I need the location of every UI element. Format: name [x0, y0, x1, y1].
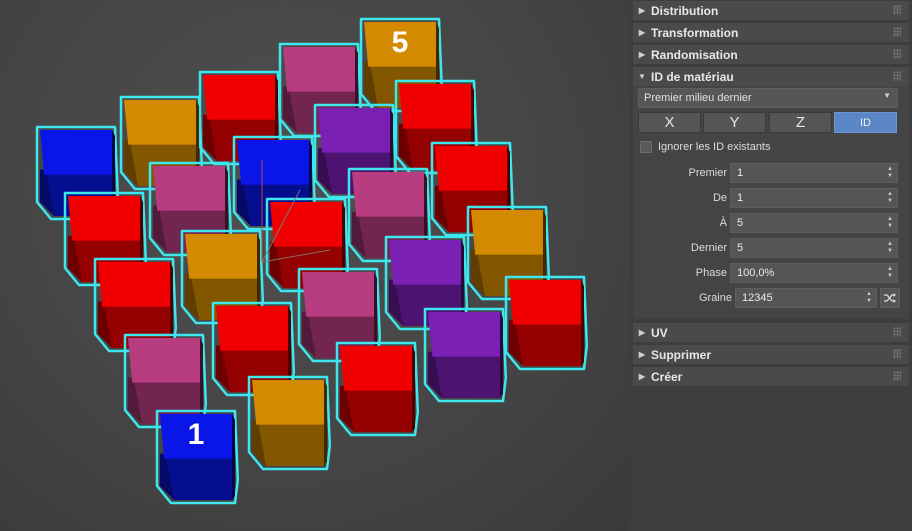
- ignore-existing-label: Ignorer les ID existants: [658, 141, 771, 153]
- drag-grip-icon[interactable]: [893, 27, 901, 37]
- field-label: Dernier: [690, 242, 727, 254]
- cube-orange[interactable]: [247, 375, 332, 471]
- field-a: À 5 ▲ ▼: [633, 213, 909, 234]
- expand-arrow-icon: ▶: [638, 28, 646, 37]
- rollout-label: Transformation: [651, 25, 739, 40]
- spinner-value: 1: [737, 167, 744, 179]
- field-dernier: Dernier 5 ▲ ▼: [633, 238, 909, 259]
- spinner-arrows-icon[interactable]: ▲ ▼: [887, 216, 893, 230]
- expand-arrow-icon: ▶: [638, 50, 646, 59]
- spinner-value: 12345: [742, 292, 773, 304]
- rollout-label: ID de matériau: [651, 69, 734, 84]
- cube-blue[interactable]: 1: [155, 409, 240, 505]
- spinner-arrows-icon[interactable]: ▲ ▼: [887, 241, 893, 255]
- shuffle-seed-button[interactable]: [880, 288, 900, 308]
- spinner-value: 100,0%: [737, 267, 775, 279]
- graine-spinner[interactable]: 12345 ▲ ▼: [735, 288, 877, 308]
- field-label: De: [712, 192, 727, 204]
- rollout-creer[interactable]: ▶ Créer: [633, 367, 909, 386]
- rollout-transformation[interactable]: ▶ Transformation: [633, 23, 909, 42]
- drag-grip-icon[interactable]: [893, 349, 901, 359]
- rollout-uv[interactable]: ▶ UV: [633, 323, 909, 342]
- expand-arrow-icon: ▶: [638, 372, 646, 381]
- cube-pink[interactable]: [123, 333, 208, 429]
- phase-spinner[interactable]: 100,0% ▲ ▼: [730, 263, 898, 283]
- drag-grip-icon[interactable]: [893, 327, 901, 337]
- axis-x-button[interactable]: X: [638, 112, 701, 133]
- axis-z-button[interactable]: Z: [769, 112, 832, 133]
- cube-red[interactable]: [93, 257, 178, 353]
- drag-grip-icon[interactable]: [893, 371, 901, 381]
- field-label: Premier: [688, 167, 727, 179]
- field-phase: Phase 100,0% ▲ ▼: [633, 263, 909, 284]
- spinner-arrows-icon[interactable]: ▲ ▼: [887, 191, 893, 205]
- cube-number-label: 1: [188, 418, 205, 451]
- field-label: Phase: [695, 267, 727, 279]
- premier-spinner[interactable]: 1 ▲ ▼: [730, 163, 898, 183]
- ignore-existing-checkbox[interactable]: [640, 141, 652, 153]
- cube-red[interactable]: [504, 275, 589, 371]
- axis-id-button[interactable]: ID: [834, 112, 897, 133]
- spinner-arrows-icon[interactable]: ▲ ▼: [887, 166, 893, 180]
- drag-grip-icon[interactable]: [893, 5, 901, 15]
- modifier-panel: ▶ Distribution ▶ Transformation ▶ Random…: [630, 0, 912, 531]
- mode-dropdown-value: Premier milieu dernier: [644, 92, 752, 104]
- rollout-label: UV: [651, 325, 668, 340]
- rollout-supprimer[interactable]: ▶ Supprimer: [633, 345, 909, 364]
- a-spinner[interactable]: 5 ▲ ▼: [730, 213, 898, 233]
- rollout-label: Randomisation: [651, 47, 738, 62]
- spinner-value: 5: [737, 217, 744, 229]
- spinner-value: 1: [737, 192, 744, 204]
- viewport[interactable]: 51: [0, 0, 630, 531]
- axis-y-button[interactable]: Y: [703, 112, 766, 133]
- rollout-label: Supprimer: [651, 347, 712, 362]
- collapse-arrow-icon: ▼: [638, 72, 646, 81]
- field-premier: Premier 1 ▲ ▼: [633, 163, 909, 184]
- cube-red[interactable]: [335, 341, 420, 437]
- shuffle-icon: [884, 293, 896, 303]
- rollout-label: Distribution: [651, 3, 719, 18]
- dernier-spinner[interactable]: 5 ▲ ▼: [730, 238, 898, 258]
- cube-purple[interactable]: [423, 307, 508, 403]
- dropdown-arrow-icon: ▼: [883, 91, 891, 100]
- drag-grip-icon[interactable]: [893, 71, 901, 81]
- field-de: De 1 ▲ ▼: [633, 188, 909, 209]
- rollout-distribution[interactable]: ▶ Distribution: [633, 1, 909, 20]
- cube-number-label: 5: [392, 26, 409, 59]
- ignore-existing-row[interactable]: Ignorer les ID existants: [640, 141, 771, 153]
- rollout-randomisation[interactable]: ▶ Randomisation: [633, 45, 909, 64]
- expand-arrow-icon: ▶: [638, 350, 646, 359]
- material-id-body: Premier milieu dernier ▼ X Y Z ID Ignore…: [633, 86, 909, 319]
- spinner-arrows-icon[interactable]: ▲ ▼: [866, 291, 872, 305]
- de-spinner[interactable]: 1 ▲ ▼: [730, 188, 898, 208]
- field-graine: Graine 12345 ▲ ▼: [633, 288, 909, 309]
- spinner-arrows-icon[interactable]: ▲ ▼: [887, 266, 893, 280]
- spinner-value: 5: [737, 242, 744, 254]
- mode-dropdown[interactable]: Premier milieu dernier ▼: [638, 88, 898, 108]
- rollout-material-id[interactable]: ▼ ID de matériau: [633, 67, 909, 86]
- rollout-label: Créer: [651, 369, 683, 384]
- expand-arrow-icon: ▶: [638, 328, 646, 337]
- expand-arrow-icon: ▶: [638, 6, 646, 15]
- field-label: À: [719, 217, 727, 229]
- cube-grid-scene: 51: [35, 17, 589, 505]
- field-label: Graine: [698, 292, 732, 304]
- drag-grip-icon[interactable]: [893, 49, 901, 59]
